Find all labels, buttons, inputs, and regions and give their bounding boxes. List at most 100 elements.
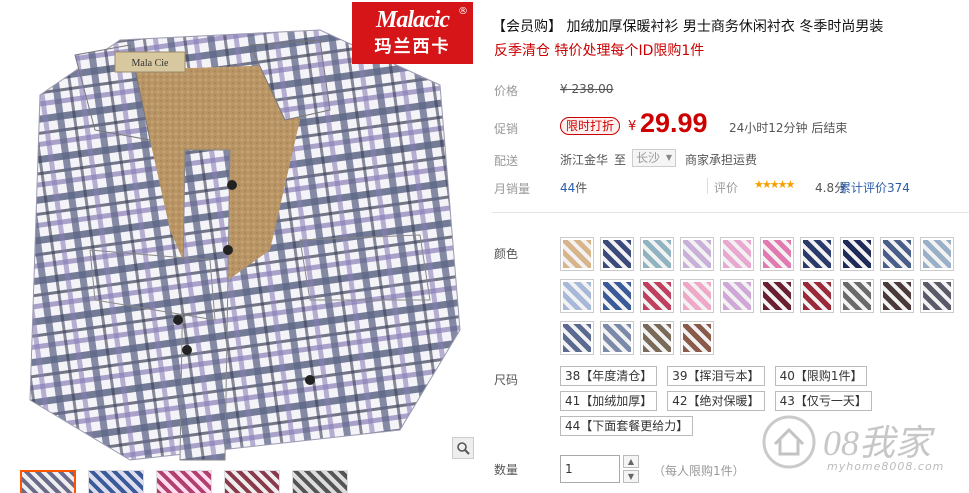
watermark-url: myhome8008.com	[827, 460, 945, 473]
size-option[interactable]: 43【仅亏一天】	[774, 391, 872, 411]
thumbnail-5[interactable]	[292, 470, 348, 493]
destination-select[interactable]: 长沙 ▼	[632, 149, 676, 167]
color-swatch[interactable]	[800, 279, 834, 313]
color-swatch[interactable]	[760, 237, 794, 271]
brand-logo-zh: 玛兰西卡	[374, 37, 451, 57]
swatch-image	[563, 282, 591, 310]
original-price: ¥ 238.00	[560, 82, 614, 96]
quantity-note: （每人限购1件）	[653, 464, 745, 478]
registered-mark: ®	[458, 6, 468, 17]
color-swatch[interactable]	[640, 279, 674, 313]
color-swatch[interactable]	[720, 279, 754, 313]
decrement-button[interactable]: ▼	[623, 470, 639, 483]
quantity-input[interactable]	[560, 455, 620, 483]
color-swatch[interactable]	[880, 237, 914, 271]
swatch-image	[843, 240, 871, 268]
swatch-image	[723, 240, 751, 268]
color-swatch[interactable]	[600, 237, 634, 271]
divider	[707, 178, 708, 194]
swatch-image	[883, 282, 911, 310]
brand-logo-en: Malacic	[376, 7, 450, 33]
size-option[interactable]: 40【限购1件】	[774, 366, 868, 386]
size-option[interactable]: 39【挥泪亏本】	[667, 366, 765, 386]
price-label: 价格	[494, 84, 519, 98]
color-swatch[interactable]	[840, 279, 874, 313]
color-swatch[interactable]	[680, 321, 714, 355]
color-swatch[interactable]	[680, 237, 714, 271]
size-option[interactable]: 44【下面套餐更给力】	[560, 416, 694, 436]
swatch-image	[803, 282, 831, 310]
quantity-label: 数量	[494, 463, 519, 477]
swatch-image	[603, 324, 631, 352]
swatch-image	[723, 282, 751, 310]
destination-value: 长沙	[636, 151, 661, 165]
shipping-label: 配送	[494, 154, 519, 168]
swatch-image	[843, 282, 871, 310]
size-option[interactable]: 42【绝对保暖】	[667, 391, 765, 411]
color-swatch[interactable]	[760, 279, 794, 313]
thumbnail-1[interactable]	[20, 470, 76, 493]
swatch-image	[563, 240, 591, 268]
monthly-sales-label: 月销量	[494, 182, 531, 196]
sales-unit: 件	[575, 181, 588, 195]
swatch-image	[683, 282, 711, 310]
color-swatch[interactable]	[640, 321, 674, 355]
section-divider	[492, 212, 969, 213]
swatch-image	[923, 240, 951, 268]
color-swatch[interactable]	[920, 237, 954, 271]
thumbnail-2[interactable]	[88, 470, 144, 493]
shipping-note: 商家承担运费	[685, 153, 758, 167]
color-label: 颜色	[494, 247, 519, 261]
color-swatch[interactable]	[560, 279, 594, 313]
monthly-sales: 44件	[560, 179, 587, 196]
color-swatch[interactable]	[720, 237, 754, 271]
color-swatch[interactable]	[880, 279, 914, 313]
swatch-image	[643, 324, 671, 352]
site-watermark: 08我家 myhome8008.com	[755, 412, 965, 478]
swatch-image	[683, 324, 711, 352]
ship-to-label: 至	[614, 153, 627, 167]
promo-countdown: 24小时12分钟 后结束	[729, 121, 848, 135]
thumbnail-3[interactable]	[156, 470, 212, 493]
swatch-image	[763, 282, 791, 310]
promo-label: 促销	[494, 122, 519, 136]
color-swatch[interactable]	[800, 237, 834, 271]
size-option[interactable]: 41【加绒加厚】	[560, 391, 658, 411]
quantity-stepper: ▲ ▼	[623, 455, 639, 483]
house-logo-icon	[762, 415, 816, 469]
thumbnail-strip	[20, 470, 348, 493]
color-swatch[interactable]	[680, 279, 714, 313]
product-subtitle: 反季清仓 特价处理每个ID限购1件	[494, 43, 705, 59]
thumbnail-4[interactable]	[224, 470, 280, 493]
color-swatch[interactable]	[920, 279, 954, 313]
brand-logo: Malacic 玛兰西卡 ®	[352, 2, 473, 64]
color-swatch[interactable]	[560, 321, 594, 355]
color-swatch[interactable]	[600, 279, 634, 313]
size-label: 尺码	[494, 373, 519, 387]
color-swatch[interactable]	[600, 321, 634, 355]
review-count-link[interactable]: 累计评价374	[839, 179, 910, 196]
swatch-image	[803, 240, 831, 268]
increment-button[interactable]: ▲	[623, 455, 639, 468]
ship-from: 浙江金华	[560, 153, 609, 167]
color-swatch[interactable]	[560, 237, 594, 271]
swatch-image	[563, 324, 591, 352]
product-title: 【会员购】 加绒加厚保暖衬衫 男士商务休闲衬衣 冬季时尚男装	[492, 19, 884, 35]
shirt-illustration: Mala Cie	[29, 29, 461, 461]
swatch-image	[923, 282, 951, 310]
watermark-text: 08我家	[823, 423, 932, 463]
swatch-image	[883, 240, 911, 268]
swatch-image	[763, 240, 791, 268]
swatch-image	[603, 282, 631, 310]
color-swatch[interactable]	[840, 237, 874, 271]
promo-badge: 限时打折	[560, 117, 621, 135]
color-swatch[interactable]	[640, 237, 674, 271]
zoom-icon[interactable]	[452, 437, 474, 459]
swatch-image	[643, 282, 671, 310]
main-product-image[interactable]: Mala Cie Malacic 玛兰西卡 ®	[0, 0, 477, 462]
current-price: 29.99	[640, 108, 708, 138]
size-option[interactable]: 38【年度清仓】	[560, 366, 658, 386]
rating-label: 评价	[714, 181, 739, 195]
sales-count: 44	[560, 181, 576, 195]
currency-symbol: ¥	[628, 119, 637, 134]
